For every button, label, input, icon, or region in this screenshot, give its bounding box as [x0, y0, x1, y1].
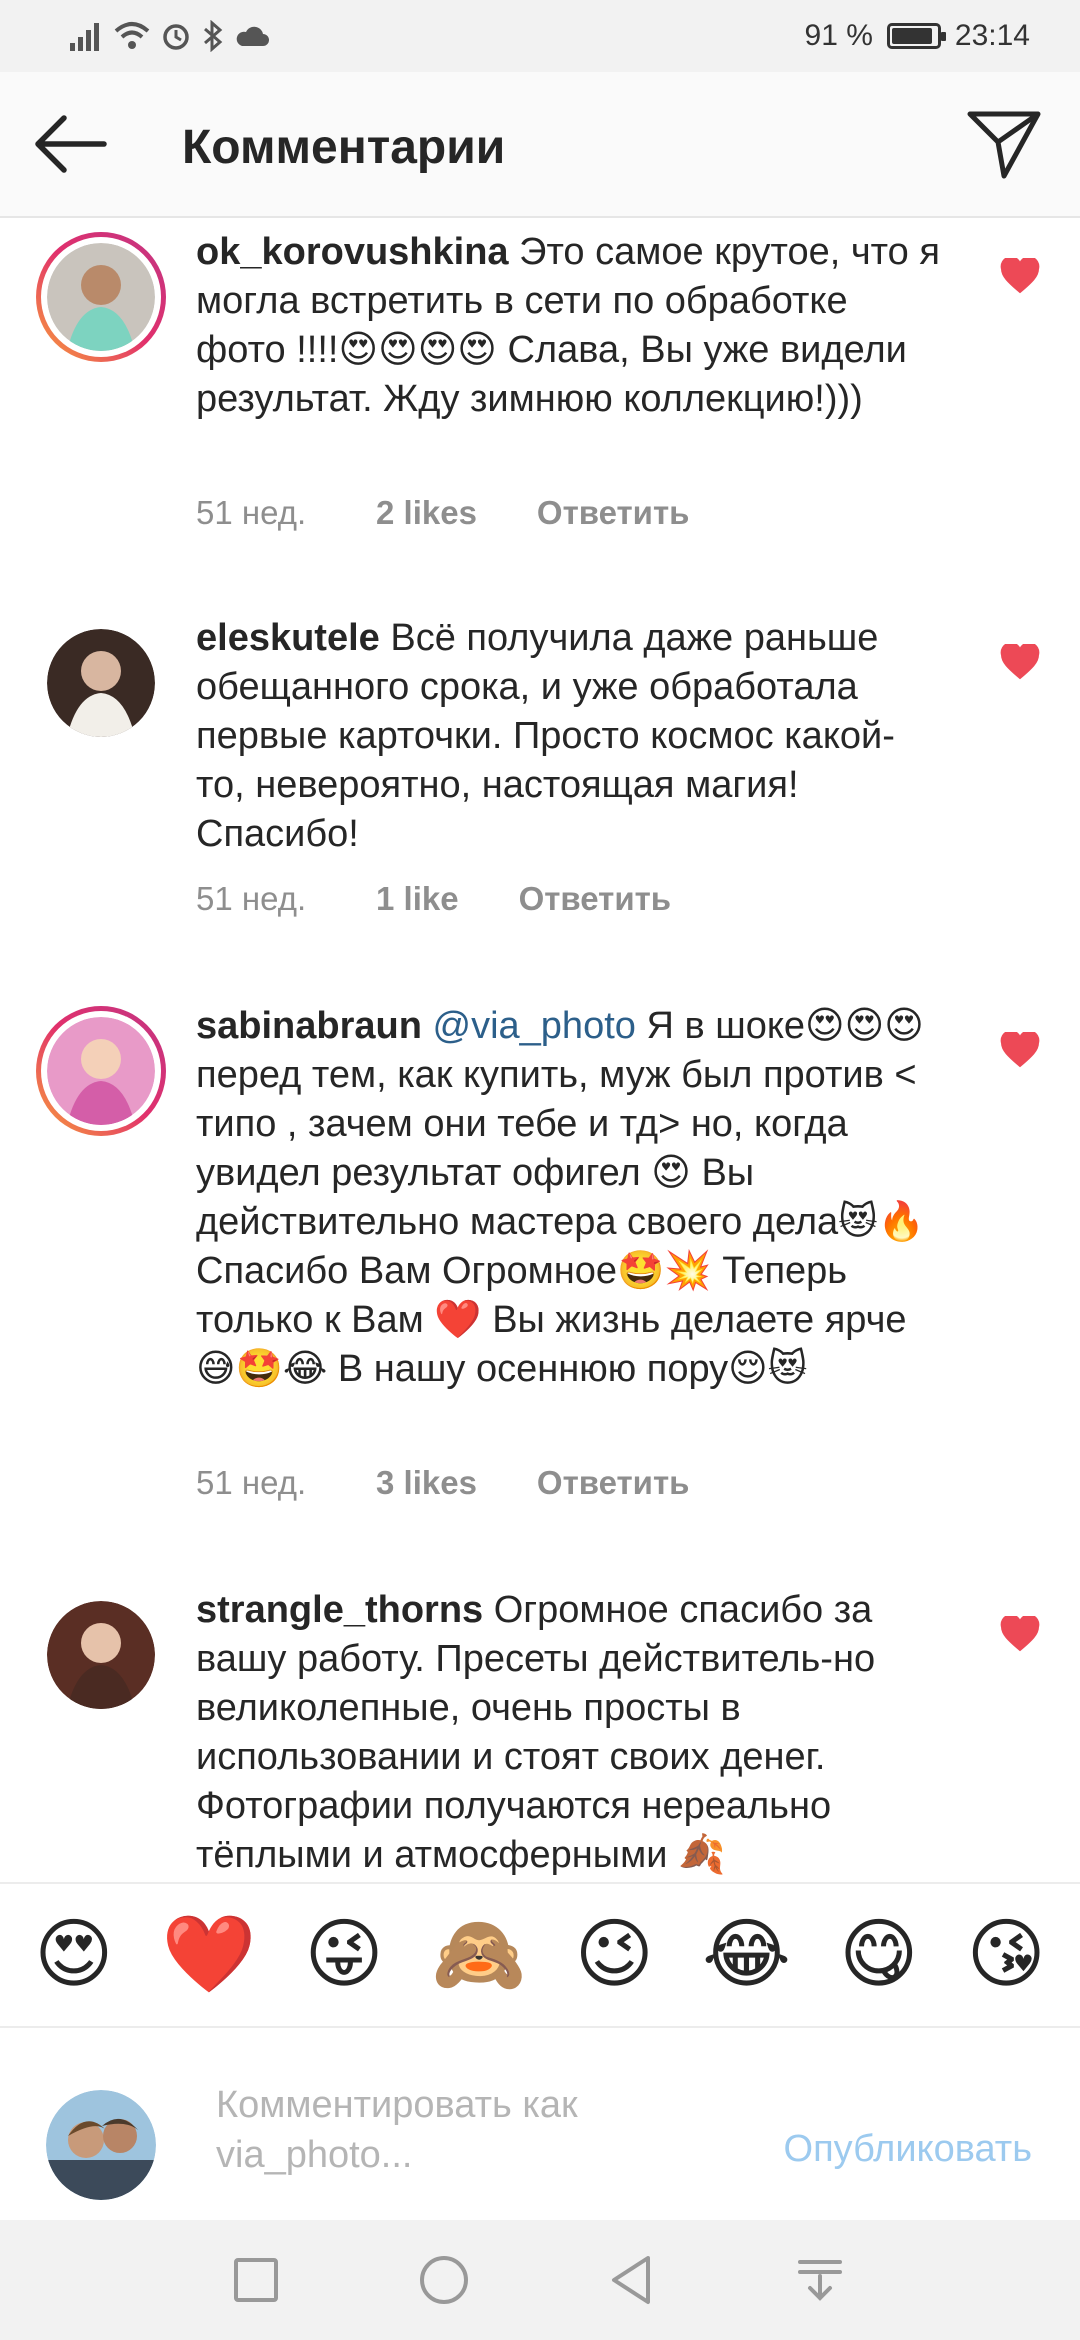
- notifications-pulldown-button[interactable]: [792, 2252, 848, 2308]
- my-avatar: [46, 2090, 156, 2200]
- heart-icon: [1000, 256, 1040, 294]
- arrow-left-icon: [35, 115, 107, 173]
- comment-username[interactable]: strangle_thorns: [196, 1589, 483, 1631]
- comment-timestamp: 51 нед.: [196, 494, 307, 531]
- alarm-icon: [163, 24, 189, 50]
- red-heart-emoji[interactable]: ❤️: [162, 1917, 257, 1993]
- quick-emoji-bar: 😍 ❤️ 😜 🙈 😉 😂 😋 😘: [0, 1882, 1080, 2028]
- comment-likes-count[interactable]: 3 likes: [376, 1464, 477, 1502]
- status-icons-left: [70, 14, 270, 58]
- publish-button[interactable]: Опубликовать: [784, 2128, 1032, 2171]
- page-title: Комментарии: [182, 121, 506, 174]
- comment-message: Я в шоке😍😍😍 перед тем, как купить, муж б…: [196, 1005, 926, 1390]
- reply-button[interactable]: Ответить: [519, 880, 672, 918]
- heart-icon: [1000, 642, 1040, 680]
- comment-username[interactable]: sabinabraun: [196, 1005, 422, 1047]
- comment-meta: 51 нед. 1 like Ответить: [196, 880, 671, 918]
- status-bar: 91 % 23:14: [0, 0, 1080, 72]
- paper-plane-icon: [967, 111, 1041, 179]
- like-button[interactable]: [1000, 642, 1040, 680]
- reply-button[interactable]: Ответить: [537, 494, 690, 532]
- comment-text: strangle_thorns Огромное спасибо за вашу…: [196, 1586, 940, 1880]
- comment-text: eleskutele Всё получила даже раньше обещ…: [196, 614, 940, 859]
- comment-username[interactable]: eleskutele: [196, 617, 380, 659]
- cloud-icon: [236, 26, 269, 46]
- recent-apps-button[interactable]: [228, 2252, 284, 2308]
- see-no-evil-monkey-emoji[interactable]: 🙈: [432, 1917, 527, 1993]
- home-button[interactable]: [416, 2252, 472, 2308]
- comment-likes-count[interactable]: 2 likes: [376, 494, 477, 532]
- comment-username[interactable]: ok_korovushkina: [196, 231, 509, 273]
- signal-icon: [70, 23, 99, 51]
- comment-text: sabinabraun @via_photo Я в шоке😍😍😍 перед…: [196, 1002, 940, 1394]
- comment-input[interactable]: Комментировать как via_photo...: [216, 2080, 686, 2180]
- wifi-icon: [114, 22, 150, 49]
- tears-of-joy-emoji[interactable]: 😂: [702, 1917, 791, 1993]
- app-header: Комментарии: [0, 72, 1080, 218]
- heart-eyes-emoji[interactable]: 😍: [34, 1917, 113, 1993]
- avatar-photo: [47, 1601, 155, 1709]
- comment-meta: 51 нед. 3 likes Ответить: [196, 1464, 689, 1502]
- avatar[interactable]: [36, 232, 166, 362]
- comments-list[interactable]: ok_korovushkina Это самое крутое, что я …: [0, 218, 1080, 1882]
- heart-icon: [1000, 1030, 1040, 1068]
- battery-level: [891, 28, 932, 44]
- kissing-heart-emoji[interactable]: 😘: [967, 1917, 1046, 1993]
- avatar-photo: [47, 243, 155, 351]
- like-button[interactable]: [1000, 1614, 1040, 1652]
- back-button[interactable]: [30, 108, 110, 180]
- comment-timestamp: 51 нед.: [196, 880, 307, 917]
- comment-message: Огромное спасибо за вашу работу. Пресеты…: [196, 1589, 876, 1876]
- back-nav-button[interactable]: [604, 2252, 660, 2308]
- heart-icon: [1000, 1614, 1040, 1652]
- like-button[interactable]: [1000, 1030, 1040, 1068]
- avatar-photo: [46, 2090, 156, 2200]
- battery-icon: [886, 23, 946, 49]
- clock-time: 23:14: [954, 19, 1030, 52]
- like-button[interactable]: [1000, 256, 1040, 294]
- comment-mention[interactable]: @via_photo: [433, 1005, 636, 1047]
- avatar-photo: [47, 1017, 155, 1125]
- comment-text: ok_korovushkina Это самое крутое, что я …: [196, 228, 940, 424]
- avatar[interactable]: [36, 1590, 166, 1720]
- system-nav-bar: [0, 2220, 1080, 2340]
- bluetooth-icon: [204, 20, 223, 52]
- avatar-photo: [47, 629, 155, 737]
- share-button[interactable]: [964, 106, 1044, 182]
- yum-face-emoji[interactable]: 😋: [839, 1917, 918, 1993]
- comment-likes-count[interactable]: 1 like: [376, 880, 459, 918]
- avatar[interactable]: [36, 1006, 166, 1136]
- reply-button[interactable]: Ответить: [537, 1464, 690, 1502]
- comment-meta: 51 нед. 2 likes Ответить: [196, 494, 689, 532]
- comment-timestamp: 51 нед.: [196, 1464, 307, 1501]
- winking-tongue-emoji[interactable]: 😜: [304, 1917, 383, 1993]
- avatar[interactable]: [36, 618, 166, 748]
- comment-composer: Комментировать как via_photo... Опублико…: [0, 2028, 1080, 2220]
- status-icons-right: 91 % 23:14: [805, 14, 1030, 58]
- battery-percent: 91 %: [804, 19, 873, 52]
- winking-face-emoji[interactable]: 😉: [575, 1917, 654, 1993]
